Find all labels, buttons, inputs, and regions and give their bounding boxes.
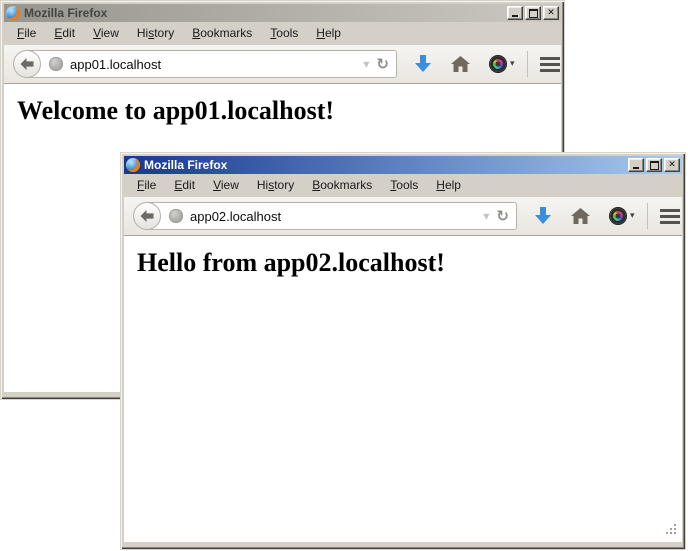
titlebar[interactable]: Mozilla Firefox ✕ <box>4 4 561 22</box>
firefox-logo-icon <box>126 158 140 172</box>
menu-file[interactable]: File <box>128 175 165 196</box>
toolbar-separator <box>647 203 648 229</box>
menu-bookmarks[interactable]: Bookmarks <box>183 23 261 44</box>
menu-file[interactable]: File <box>8 23 45 44</box>
back-arrow-icon <box>140 210 154 222</box>
menu-help[interactable]: Help <box>427 175 470 196</box>
url-bar[interactable]: app02.localhost ▼ ↻ <box>145 202 517 230</box>
page-heading: Hello from app02.localhost! <box>137 248 682 278</box>
menu-history[interactable]: History <box>128 23 183 44</box>
menu-help[interactable]: Help <box>307 23 350 44</box>
menu-tools[interactable]: Tools <box>381 175 427 196</box>
close-button[interactable]: ✕ <box>664 158 680 172</box>
minimize-icon <box>633 167 639 169</box>
menu-bookmarks[interactable]: Bookmarks <box>303 175 381 196</box>
reload-icon[interactable]: ↻ <box>376 57 389 72</box>
menu-panel-button[interactable] <box>540 57 560 72</box>
reload-icon[interactable]: ↻ <box>496 209 509 224</box>
close-button[interactable]: ✕ <box>543 6 559 20</box>
close-icon: ✕ <box>668 161 676 170</box>
color-wheel-icon <box>490 56 506 72</box>
titlebar[interactable]: Mozilla Firefox ✕ <box>124 156 682 174</box>
menu-bar: File Edit View History Bookmarks Tools H… <box>124 174 682 197</box>
home-icon <box>571 208 590 224</box>
window-title: Mozilla Firefox <box>144 158 227 172</box>
navigation-toolbar: app01.localhost ▼ ↻ ▾ <box>4 45 561 84</box>
site-identity-globe-icon[interactable] <box>49 57 63 71</box>
menu-view[interactable]: View <box>84 23 128 44</box>
minimize-button[interactable] <box>628 158 644 172</box>
menu-panel-button[interactable] <box>660 209 680 224</box>
home-button[interactable] <box>571 208 590 224</box>
downloads-button[interactable] <box>535 207 551 225</box>
maximize-button[interactable] <box>525 6 541 20</box>
home-icon <box>451 56 470 72</box>
window-controls: ✕ <box>507 6 559 20</box>
url-text: app02.localhost <box>190 209 281 224</box>
extension-button[interactable]: ▾ <box>610 208 635 224</box>
menu-history[interactable]: History <box>248 175 303 196</box>
color-wheel-icon <box>610 208 626 224</box>
hamburger-icon <box>540 57 560 72</box>
close-icon: ✕ <box>547 9 555 18</box>
resize-grip[interactable] <box>664 524 678 538</box>
firefox-logo-icon <box>6 6 20 20</box>
page-content: Hello from app02.localhost! <box>124 236 682 542</box>
window-title: Mozilla Firefox <box>24 6 107 20</box>
url-text: app01.localhost <box>70 57 161 72</box>
menu-tools[interactable]: Tools <box>261 23 307 44</box>
maximize-icon <box>650 161 659 170</box>
urlbar-dropdown-icon[interactable]: ▼ <box>476 212 496 221</box>
home-button[interactable] <box>451 56 470 72</box>
menu-edit[interactable]: Edit <box>45 23 84 44</box>
minimize-icon <box>512 15 518 17</box>
extension-caret-icon: ▾ <box>510 59 515 69</box>
downloads-button[interactable] <box>415 55 431 73</box>
back-button[interactable] <box>133 202 161 230</box>
download-arrow-icon <box>415 55 431 73</box>
url-bar[interactable]: app01.localhost ▼ ↻ <box>25 50 397 78</box>
window-controls: ✕ <box>628 158 680 172</box>
site-identity-globe-icon[interactable] <box>169 209 183 223</box>
firefox-window-app02: Mozilla Firefox ✕ File Edit View History… <box>120 152 686 550</box>
maximize-button[interactable] <box>646 158 662 172</box>
navigation-toolbar: app02.localhost ▼ ↻ ▾ <box>124 197 682 236</box>
menu-edit[interactable]: Edit <box>165 175 204 196</box>
toolbar-separator <box>527 51 528 77</box>
back-arrow-icon <box>20 58 34 70</box>
maximize-icon <box>529 9 538 18</box>
download-arrow-icon <box>535 207 551 225</box>
minimize-button[interactable] <box>507 6 523 20</box>
back-button[interactable] <box>13 50 41 78</box>
menu-bar: File Edit View History Bookmarks Tools H… <box>4 22 561 45</box>
extension-caret-icon: ▾ <box>630 211 635 221</box>
hamburger-icon <box>660 209 680 224</box>
page-heading: Welcome to app01.localhost! <box>17 96 561 126</box>
menu-view[interactable]: View <box>204 175 248 196</box>
extension-button[interactable]: ▾ <box>490 56 515 72</box>
urlbar-dropdown-icon[interactable]: ▼ <box>356 60 376 69</box>
